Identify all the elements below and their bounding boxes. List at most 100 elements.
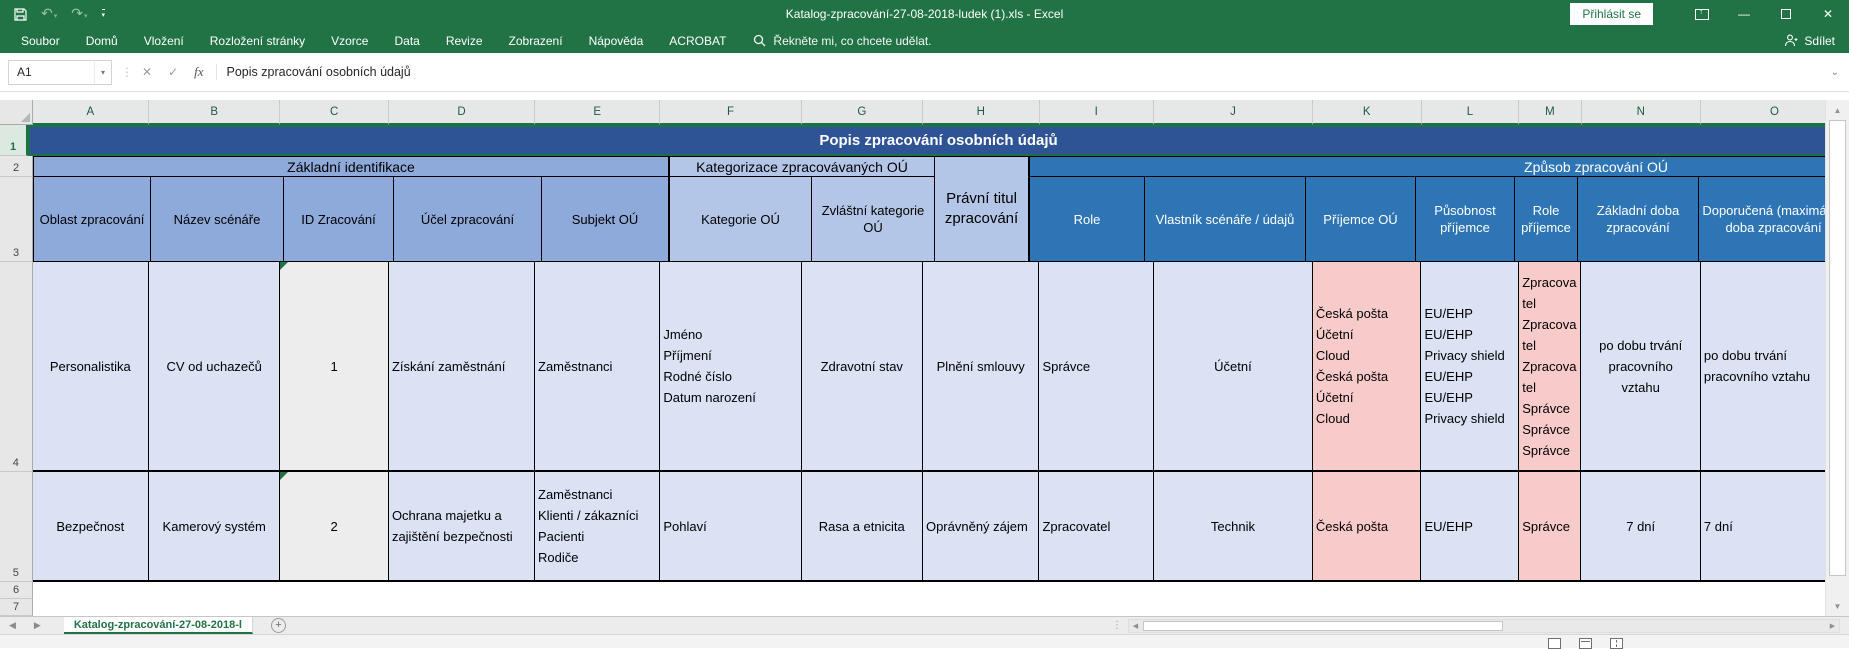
tab-data[interactable]: Data [381, 30, 432, 52]
cell-m4[interactable]: Zpracova tel Zpracova tel Zpracova tel S… [1519, 262, 1581, 472]
cell-h4[interactable]: Plnění smlouvy [923, 262, 1040, 472]
cell-g4[interactable]: Zdravotní stav [802, 262, 923, 472]
page-layout-view-icon[interactable] [1579, 638, 1592, 649]
tab-vzorce[interactable]: Vzorce [318, 30, 381, 52]
column-header-n[interactable]: N [1582, 100, 1701, 125]
cell-a4[interactable]: Personalistika [33, 262, 150, 472]
cell-b4[interactable]: CV od uchazečů [149, 262, 280, 472]
scroll-left-icon[interactable]: ◀ [1129, 620, 1142, 632]
header-ucel-zpracovani[interactable]: Účel zpracování [394, 177, 542, 262]
column-header-e[interactable]: E [535, 100, 660, 125]
scroll-up-icon[interactable]: ▲ [1826, 101, 1849, 119]
vertical-scrollbar[interactable]: ▲ ▼ [1825, 100, 1849, 616]
column-header-k[interactable]: K [1313, 100, 1422, 125]
header-kategorie-ou[interactable]: Kategorie OÚ [669, 177, 812, 262]
column-header-d[interactable]: D [389, 100, 535, 125]
tab-napoveda[interactable]: Nápověda [576, 30, 657, 52]
column-header-j[interactable]: J [1154, 100, 1313, 125]
ribbon-display-options-button[interactable] [1681, 0, 1723, 28]
cell-a5[interactable]: Bezpečnost [33, 472, 150, 582]
cancel-entry-icon[interactable]: ✕ [142, 65, 152, 79]
undo-dropdown-icon[interactable]: ▾ [54, 13, 58, 20]
tab-domu[interactable]: Domů [73, 30, 131, 52]
row-header-2[interactable]: 2 [0, 156, 33, 177]
active-sheet-tab[interactable]: Katalog-zpracování-27-08-2018-l [64, 617, 253, 634]
cell-e4[interactable]: Zaměstnanci [535, 262, 660, 472]
header-zvlastni-kategorie-ou[interactable]: Zvláštní kategorie OÚ [812, 177, 935, 262]
header-prijemce-ou[interactable]: Příjemce OÚ [1306, 177, 1416, 262]
header-oblast-zpracovani[interactable]: Oblast zpracování [33, 177, 151, 262]
cell-m5[interactable]: Správce [1519, 472, 1581, 582]
horizontal-scrollbar[interactable]: ◀ ▶ [1128, 619, 1840, 633]
undo-button[interactable]: ↶▾ [41, 5, 57, 23]
column-header-i[interactable]: I [1040, 100, 1155, 125]
formula-bar-content[interactable]: Popis zpracování osobních údajů [217, 65, 1831, 79]
vertical-scrollbar-thumb[interactable] [1829, 120, 1846, 576]
column-header-b[interactable]: B [149, 100, 280, 125]
column-header-g[interactable]: G [802, 100, 923, 125]
cell-h5[interactable]: Oprávněný zájem [923, 472, 1040, 582]
row-header-5[interactable]: 5 [0, 472, 33, 582]
select-all-button[interactable] [0, 100, 33, 125]
header-role-prijemce[interactable]: Role příjemce [1515, 177, 1578, 262]
cell-l4[interactable]: EU/EHP EU/EHP Privacy shield EU/EHP EU/E… [1421, 262, 1519, 472]
row-header-6[interactable]: 6 [0, 582, 33, 599]
cell-b5[interactable]: Kamerový systém [149, 472, 280, 582]
header-role[interactable]: Role [1029, 177, 1145, 262]
new-sheet-icon[interactable]: + [271, 618, 286, 633]
header-nazev-scenare[interactable]: Název scénáře [151, 177, 284, 262]
cell-l5[interactable]: EU/EHP [1421, 472, 1519, 582]
cell-n4[interactable]: po dobu trvání pracovního vztahu [1581, 262, 1700, 472]
cell-c4[interactable]: 1 [280, 262, 389, 472]
row-header-1[interactable]: 1 [0, 125, 28, 156]
column-header-a[interactable]: A [33, 100, 149, 125]
tab-zobrazeni[interactable]: Zobrazení [496, 30, 576, 52]
cell-i4[interactable]: Správce [1039, 262, 1154, 472]
horizontal-scrollbar-thumb[interactable] [1143, 621, 1503, 631]
cell-i5[interactable]: Zpracovatel [1039, 472, 1154, 582]
tab-vlozeni[interactable]: Vložení [131, 30, 197, 52]
cell-g5[interactable]: Rasa a etnicita [802, 472, 923, 582]
column-header-l[interactable]: L [1422, 100, 1520, 125]
tab-rozlozeni-stranky[interactable]: Rozložení stránky [197, 30, 318, 52]
confirm-entry-icon[interactable]: ✓ [168, 65, 178, 79]
customize-qat-icon[interactable]: ▾ [102, 9, 106, 19]
empty-cells-row-6[interactable] [33, 582, 1849, 599]
header-vlastnik-scenare[interactable]: Vlastník scénáře / údajů [1145, 177, 1306, 262]
header-pusobnost-prijemce[interactable]: Působnost příjemce [1416, 177, 1515, 262]
cell-k4[interactable]: Česká pošta Účetní Cloud Česká pošta Úče… [1313, 262, 1422, 472]
sign-in-button[interactable]: Přihlásit se [1570, 3, 1653, 25]
maximize-button[interactable] [1765, 0, 1807, 28]
next-sheet-icon[interactable]: ▶ [25, 620, 50, 631]
previous-sheet-icon[interactable]: ◀ [0, 620, 25, 631]
empty-cells-row-7[interactable] [33, 599, 1849, 616]
formula-bar-expand-icon[interactable]: ⌄ [1831, 67, 1849, 78]
cell-f5[interactable]: Pohlaví [660, 472, 801, 582]
normal-view-icon[interactable] [1548, 638, 1561, 649]
tab-soubor[interactable]: Soubor [8, 30, 73, 52]
page-break-preview-icon[interactable] [1610, 638, 1623, 649]
header-pravni-titul[interactable]: Právní titul zpracování [935, 156, 1029, 262]
row-header-7[interactable]: 7 [0, 599, 33, 616]
header-id-zracovani[interactable]: ID Zracování [284, 177, 394, 262]
cell-j5[interactable]: Technik [1154, 472, 1313, 582]
cell-k5[interactable]: Česká pošta [1313, 472, 1422, 582]
share-button[interactable]: Sdílet [1784, 34, 1849, 48]
cell-f4[interactable]: Jméno Příjmení Rodné číslo Datum narozen… [660, 262, 801, 472]
cell-d5[interactable]: Ochrana majetku a zajištění bezpečnosti [389, 472, 535, 582]
cell-j4[interactable]: Účetní [1154, 262, 1313, 472]
cell-c5[interactable]: 2 [280, 472, 389, 582]
cell-d4[interactable]: Získání zaměstnání [389, 262, 535, 472]
group-header-zakladni-identifikace[interactable]: Základní identifikace [33, 156, 669, 177]
insert-function-icon[interactable]: fx [194, 64, 203, 80]
close-button[interactable]: ✕ [1807, 0, 1849, 28]
minimize-button[interactable]: — [1723, 0, 1765, 28]
column-header-f[interactable]: F [660, 100, 801, 125]
cell-n5[interactable]: 7 dní [1581, 472, 1700, 582]
save-icon[interactable] [14, 8, 27, 21]
name-box-dropdown-icon[interactable]: ▾ [94, 61, 111, 84]
header-subjekt-ou[interactable]: Subjekt OÚ [542, 177, 669, 262]
column-header-c[interactable]: C [280, 100, 389, 125]
row-header-4[interactable]: 4 [0, 262, 33, 472]
redo-button[interactable]: ↷▾ [71, 5, 87, 23]
